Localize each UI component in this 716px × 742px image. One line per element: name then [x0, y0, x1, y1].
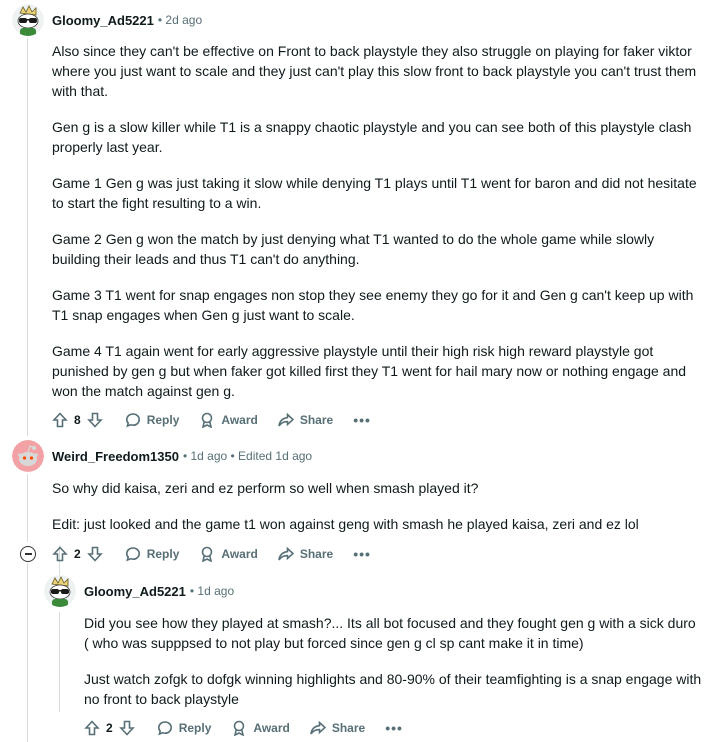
upvote-icon [52, 412, 68, 428]
award-button[interactable]: Award [231, 720, 290, 736]
comment-header: Weird_Freedom1350 • 1d ago • Edited 1d a… [12, 440, 312, 472]
paragraph: Game 1 Gen g was just taking it slow whi… [52, 175, 697, 211]
snoo-sunglasses-avatar-icon [44, 575, 76, 607]
paragraph: Also since they can't be effective on Fr… [52, 43, 697, 99]
upvote-button[interactable] [52, 412, 68, 428]
award-label: Award [221, 413, 258, 427]
paragraph: Edit: just looked and the game t1 won ag… [52, 516, 639, 532]
reply-label: Reply [146, 413, 180, 427]
downvote-button[interactable] [118, 720, 135, 736]
more-options-button[interactable]: ••• [385, 720, 403, 736]
award-icon [202, 546, 213, 562]
comment-header: Gloomy_Ad5221 • 1d ago [44, 575, 234, 607]
more-options-button[interactable]: ••• [353, 412, 371, 428]
vote-control: 2 [52, 546, 103, 562]
award-button[interactable]: Award [199, 412, 258, 428]
share-button[interactable]: Share [278, 412, 333, 428]
minus-icon [24, 553, 32, 555]
paragraph: Did you see how they played at smash?...… [84, 615, 696, 651]
username[interactable]: Weird_Freedom1350 [52, 449, 179, 464]
paragraph: Game 4 T1 again went for early aggressiv… [52, 343, 687, 399]
share-button[interactable]: Share [310, 720, 365, 736]
timestamp: • 1d ago [189, 584, 235, 598]
comment-body: Also since they can't be effective on Fr… [52, 41, 702, 417]
paragraph: Gen g is a slow killer while T1 is a sna… [52, 119, 692, 155]
paragraph: Just watch zofgk to dofgk winning highli… [84, 671, 702, 707]
timestamp: • 1d ago • Edited 1d ago [182, 449, 313, 463]
paragraph: Game 3 T1 went for snap engages non stop… [52, 287, 694, 323]
reply-label: Reply [178, 721, 212, 735]
award-icon [202, 412, 213, 428]
comment-bubble-icon [125, 413, 140, 428]
username[interactable]: Gloomy_Ad5221 [84, 584, 186, 599]
username[interactable]: Gloomy_Ad5221 [52, 13, 154, 28]
timestamp: • 2d ago [157, 13, 203, 27]
vote-count: 2 [74, 547, 81, 561]
upvote-icon [84, 720, 100, 736]
share-icon [310, 720, 326, 735]
share-label: Share [331, 721, 366, 735]
thread-line-1 [27, 38, 28, 436]
paragraph: So why did kaisa, zeri and ez perform so… [52, 480, 479, 496]
comment-actions: 2 Reply Award Share ••• [52, 540, 371, 568]
downvote-icon [86, 412, 103, 428]
thread-line-5 [59, 612, 60, 712]
share-label: Share [299, 547, 334, 561]
upvote-button[interactable] [52, 546, 68, 562]
upvote-icon [52, 546, 68, 562]
award-label: Award [221, 547, 258, 561]
thread-line-2 [27, 474, 28, 542]
comment-header: Gloomy_Ad5221 • 2d ago [12, 4, 202, 36]
award-icon [234, 720, 245, 736]
vote-control: 2 [84, 720, 135, 736]
downvote-button[interactable] [86, 546, 103, 562]
vote-control: 8 [52, 412, 103, 428]
award-button[interactable]: Award [199, 546, 258, 562]
share-icon [278, 546, 294, 561]
downvote-icon [86, 546, 103, 562]
reply-button[interactable]: Reply [157, 720, 212, 736]
snoo-sunglasses-avatar-icon [12, 4, 44, 36]
avatar[interactable] [44, 575, 76, 607]
award-label: Award [253, 721, 290, 735]
avatar[interactable] [12, 4, 44, 36]
vote-count: 2 [106, 721, 113, 735]
reply-button[interactable]: Reply [125, 412, 180, 428]
share-button[interactable]: Share [278, 546, 333, 562]
share-label: Share [299, 413, 334, 427]
paragraph: Game 2 Gen g won the match by just denyi… [52, 231, 655, 267]
vote-count: 8 [74, 413, 81, 427]
downvote-button[interactable] [86, 412, 103, 428]
comment-bubble-icon [125, 547, 140, 562]
comment-body: Did you see how they played at smash?...… [84, 613, 704, 725]
avatar[interactable] [12, 440, 44, 472]
reply-label: Reply [146, 547, 180, 561]
reply-button[interactable]: Reply [125, 546, 180, 562]
snoo-default-avatar-icon [12, 440, 44, 472]
downvote-icon [118, 720, 135, 736]
comment-actions: 8 Reply Award Share ••• [52, 406, 371, 434]
comment-actions: 2 Reply Award Share ••• [84, 714, 403, 742]
thread-line-3 [27, 563, 28, 742]
collapse-thread-button[interactable] [20, 546, 36, 562]
upvote-button[interactable] [84, 720, 100, 736]
more-options-button[interactable]: ••• [353, 546, 371, 562]
share-icon [278, 412, 294, 427]
comment-bubble-icon [157, 721, 172, 736]
